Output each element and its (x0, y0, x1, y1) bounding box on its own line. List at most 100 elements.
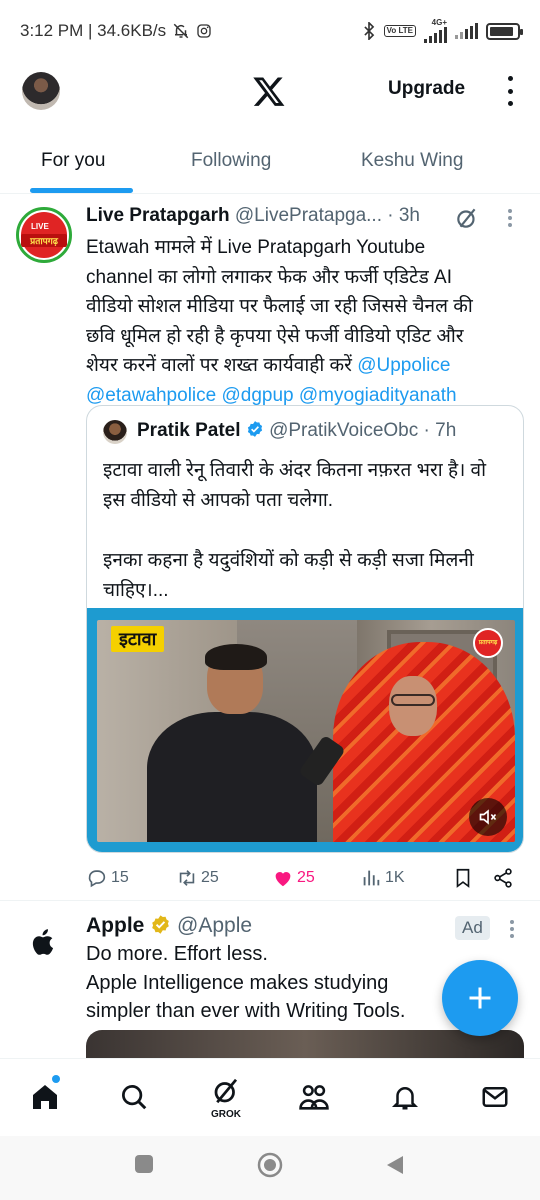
more-options-icon[interactable] (500, 74, 520, 108)
tweet-card[interactable]: LIVE प्रतापगढ़ Live Pratapgarh @LivePrat… (0, 195, 540, 901)
bookmark-icon (456, 868, 470, 888)
ad-author-name[interactable]: Apple (86, 914, 144, 937)
tweet-handle-time: @LivePratapga... · 3h (234, 205, 421, 226)
ad-tweet-header: Apple @Apple (86, 914, 252, 938)
share-button[interactable] (492, 865, 514, 891)
battery-icon (486, 22, 523, 40)
nav-notifications[interactable] (385, 1077, 425, 1117)
nav-communities[interactable] (294, 1077, 334, 1117)
repost-button[interactable]: 25 (176, 865, 219, 891)
heart-filled-icon (275, 872, 291, 887)
square-icon (135, 1155, 153, 1173)
reply-button[interactable]: 15 (86, 865, 129, 891)
quote-author-avatar (103, 420, 127, 444)
quote-text: इटावा वाली रेनू तिवारी के अंदर कितना नफ़… (103, 456, 513, 606)
video-frame: इटावा प्रतापगढ़ (97, 620, 515, 842)
tab-keshu-wing[interactable]: Keshu Wing (361, 150, 463, 172)
video-location-label: इटावा (111, 626, 165, 652)
tweet-text-line: channel का लोगो लगाकर फेक और फर्जी एडिटे… (86, 266, 452, 288)
tweet-text-line: वीडियो सोशल मीडिया पर फैलाई जा रही जिससे… (86, 296, 473, 317)
nav-home[interactable] (25, 1077, 65, 1117)
status-bar: 3:12 PM | 34.6KB/s Vo LTE 4G+ (0, 0, 540, 62)
compose-post-button[interactable] (442, 960, 518, 1036)
bottom-navigation: GROK (0, 1058, 540, 1136)
mention-link[interactable]: @etawahpolice (86, 385, 216, 406)
bookmark-button[interactable] (452, 865, 474, 891)
ad-text-line: simpler than ever with Writing Tools. (86, 1000, 406, 1022)
tweet-text-line: शेयर करनें वालों पर शख्त कार्यवाही करें (86, 355, 358, 376)
ad-text-line: Apple Intelligence makes studying (86, 971, 389, 994)
circle-home-icon (257, 1152, 283, 1178)
grok-explain-icon[interactable] (454, 205, 480, 231)
reply-icon (88, 870, 106, 888)
quoted-tweet[interactable]: Pratik Patel @PratikVoiceObc · 7h इटावा … (86, 405, 524, 853)
tweet-text: Etawah मामले में Live Pratapgarh Youtube… (86, 233, 526, 410)
quote-text-line: इनका कहना है यदुवंशियों को कड़ी से कड़ी … (103, 550, 474, 571)
tweet-author-avatar[interactable]: LIVE प्रतापगढ़ (16, 207, 72, 263)
grok-label: GROK (211, 1109, 241, 1120)
ad-handle: @Apple (177, 914, 253, 937)
messages-icon (482, 1087, 508, 1107)
signal-1-icon (424, 27, 447, 43)
tweet-more-icon[interactable] (508, 209, 512, 227)
home-system-button[interactable] (257, 1152, 283, 1183)
back-system-button[interactable] (385, 1154, 405, 1181)
views-chart-icon (363, 870, 380, 886)
ad-text: Do more. Effort less. Apple Intelligence… (86, 940, 436, 1026)
reply-count: 15 (111, 869, 129, 886)
apple-logo-icon[interactable] (30, 928, 56, 958)
upgrade-button[interactable]: Upgrade (388, 78, 465, 100)
nav-messages[interactable] (475, 1077, 515, 1117)
mention-link[interactable]: @Uppolice (357, 355, 450, 376)
mute-notification-icon (173, 23, 189, 39)
tab-following[interactable]: Following (191, 150, 271, 172)
share-icon (494, 868, 512, 888)
plus-icon (469, 987, 491, 1009)
notifications-icon (391, 1087, 419, 1110)
grok-icon (214, 1078, 238, 1104)
profile-avatar[interactable] (22, 72, 60, 110)
quote-video[interactable]: इटावा प्रतापगढ़ (87, 608, 523, 852)
quote-handle-time: @PratikVoiceObc · 7h (269, 420, 457, 441)
mention-link[interactable]: @dgpup (221, 385, 293, 406)
tweet-actions: 15 25 25 1K (86, 863, 526, 893)
quote-text-line: इस वीडियो से आपको पता चलेगा. (103, 490, 334, 511)
system-navigation-bar (0, 1136, 540, 1200)
quote-author-name: Pratik Patel (137, 420, 241, 441)
repost-icon (179, 870, 195, 886)
search-icon (122, 1085, 147, 1110)
bluetooth-icon (363, 22, 374, 40)
status-time-speed: 3:12 PM | 34.6KB/s (20, 21, 167, 40)
nav-search[interactable] (114, 1077, 154, 1117)
repost-count: 25 (201, 869, 219, 886)
quote-text-line: इटावा वाली रेनू तिवारी के अंदर कितना नफ़… (103, 460, 487, 481)
network-type-label: 4G+ (431, 18, 447, 27)
quote-header: Pratik Patel @PratikVoiceObc · 7h (137, 420, 456, 442)
video-person-reporter (137, 644, 317, 842)
ad-badge: Ad (455, 916, 490, 940)
quote-text-line: चाहिए।... (103, 580, 169, 601)
signal-2-icon (455, 23, 478, 39)
tweet-text-line: Etawah मामले में Live Pratapgarh Youtube (86, 237, 426, 258)
recent-apps-button[interactable] (134, 1154, 154, 1179)
home-unread-dot (52, 1075, 60, 1083)
nav-grok[interactable] (206, 1071, 246, 1111)
tweet-author-name[interactable]: Live Pratapgarh (86, 205, 230, 226)
ad-more-icon[interactable] (510, 920, 514, 938)
timeline-tabs: For you Following Keshu Wing (0, 132, 540, 194)
back-triangle-icon (387, 1156, 403, 1174)
verified-badge-icon (247, 421, 262, 437)
avatar-live-label: LIVE (31, 222, 49, 231)
avatar-hindi-label: प्रतापगढ़ (21, 234, 67, 247)
volte-icon: Vo LTE (383, 25, 416, 37)
communities-icon (299, 1085, 329, 1110)
tab-for-you[interactable]: For you (41, 150, 105, 172)
video-channel-logo: प्रतापगढ़ (473, 628, 503, 658)
mention-link[interactable]: @myogiadityanath (299, 385, 457, 406)
views-count: 1K (385, 869, 405, 886)
like-count: 25 (297, 869, 315, 886)
views-button[interactable]: 1K (360, 865, 405, 891)
ad-text-line: Do more. Effort less. (86, 943, 268, 965)
like-button[interactable]: 25 (272, 865, 315, 891)
mute-video-icon[interactable] (469, 798, 507, 836)
